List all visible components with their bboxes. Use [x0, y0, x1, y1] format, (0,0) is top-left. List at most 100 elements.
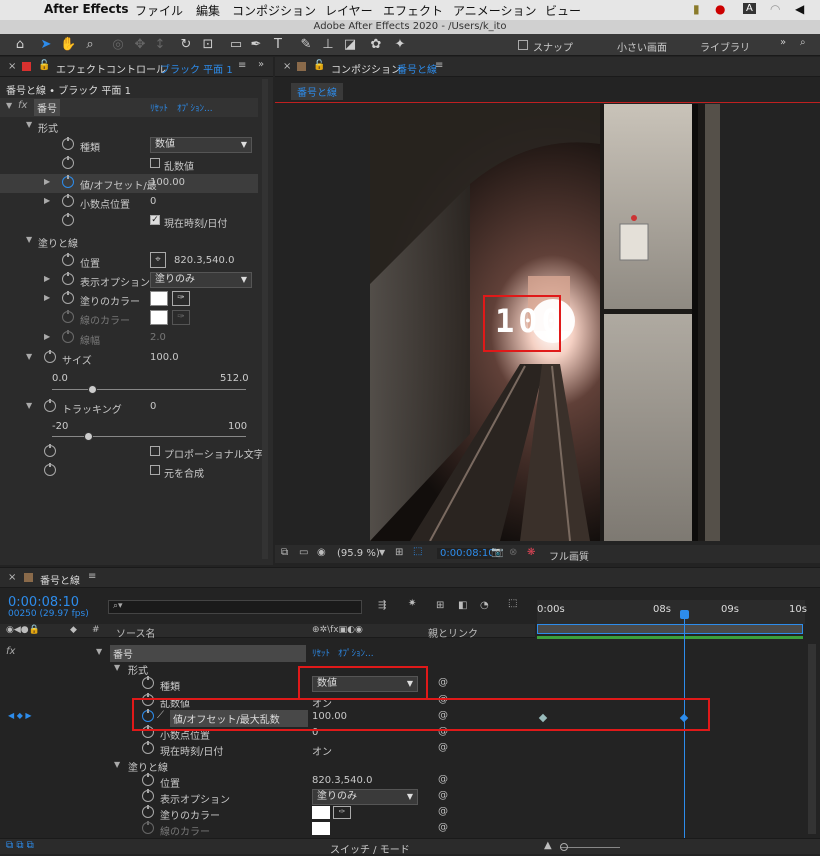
- panel-expand-icon[interactable]: »: [258, 59, 264, 70]
- format-group-row[interactable]: ▼ 形式: [0, 117, 258, 136]
- value-value[interactable]: 100.00: [150, 177, 185, 188]
- stopwatch-icon[interactable]: [62, 194, 74, 207]
- timeline-search-input[interactable]: ⌕▾: [108, 600, 362, 614]
- tl-options-link[interactable]: ｵﾌﾟｼｮﾝ...: [338, 646, 374, 659]
- size-slider-thumb[interactable]: [88, 385, 97, 394]
- effect-controls-tab[interactable]: エフェクトコントロール: [56, 61, 166, 76]
- lock-icon[interactable]: 🔓: [313, 60, 325, 71]
- chevron-down-icon[interactable]: ▼: [96, 648, 104, 656]
- pickwhip-icon[interactable]: @: [438, 742, 448, 753]
- pen-tool-icon[interactable]: ✒: [248, 37, 264, 53]
- workspace-more-icon[interactable]: »: [780, 37, 786, 48]
- orbit-camera-icon[interactable]: ◎: [110, 37, 126, 53]
- stopwatch-icon[interactable]: [62, 310, 74, 323]
- panel-scrollbar[interactable]: [262, 79, 268, 559]
- type-dropdown[interactable]: 数値 ▼: [150, 137, 252, 153]
- reset-link[interactable]: ﾘｾｯﾄ: [150, 101, 168, 114]
- menu-view[interactable]: ビュー: [545, 2, 581, 19]
- eyedropper-icon[interactable]: ✑: [333, 806, 351, 819]
- render-toggle-icon[interactable]: ⧉ ⧉ ⧉: [6, 840, 34, 851]
- close-panel-icon[interactable]: ×: [8, 572, 16, 583]
- time-ruler[interactable]: 0:00s 08s 09s 10s: [537, 600, 807, 624]
- vr-icon[interactable]: ◉: [317, 547, 326, 558]
- eyedropper-icon[interactable]: ✑: [172, 310, 190, 325]
- size-slider-track[interactable]: [52, 389, 246, 390]
- zoom-out-icon[interactable]: ▲: [544, 840, 552, 851]
- panel-menu-icon[interactable]: ≡: [238, 60, 246, 71]
- tl-stroke-color-swatch[interactable]: [312, 822, 330, 835]
- parent-column[interactable]: 親とリンク: [428, 625, 478, 640]
- zoom-slider-thumb[interactable]: [560, 843, 568, 851]
- channel-icon[interactable]: ⊗: [509, 547, 517, 558]
- workspace-small-screen[interactable]: 小さい画面: [617, 39, 667, 54]
- composition-tab[interactable]: コンポジション: [331, 61, 401, 76]
- grid-icon[interactable]: ⊞: [395, 547, 403, 558]
- workspace-libraries[interactable]: ライブラリ: [700, 39, 750, 54]
- snap-checkbox[interactable]: [518, 40, 528, 50]
- type-tool-icon[interactable]: T: [270, 37, 286, 53]
- stopwatch-icon[interactable]: [62, 330, 74, 343]
- menu-app[interactable]: After Effects: [44, 2, 129, 16]
- color-icon[interactable]: ❋: [527, 547, 535, 558]
- hand-tool-icon[interactable]: ✋: [60, 37, 76, 53]
- tracking-slider-track[interactable]: [52, 436, 246, 437]
- stopwatch-icon[interactable]: [62, 272, 74, 285]
- chevron-down-icon[interactable]: ▼: [26, 402, 34, 410]
- panel-menu-icon[interactable]: ≡: [88, 571, 96, 582]
- switches-mode-toggle[interactable]: スイッチ / モード: [330, 841, 410, 856]
- stroke-color-swatch[interactable]: [150, 310, 168, 325]
- preview-icon[interactable]: ⧉: [281, 547, 288, 558]
- adobe-icon[interactable]: A: [743, 3, 756, 14]
- menu-layer[interactable]: レイヤー: [325, 2, 373, 19]
- stopwatch-active-icon[interactable]: [62, 175, 74, 188]
- eraser-tool-icon[interactable]: ◪: [342, 37, 358, 53]
- stopwatch-icon[interactable]: [44, 444, 56, 457]
- size-value[interactable]: 100.0: [150, 352, 179, 363]
- menu-edit[interactable]: 編集: [196, 2, 220, 19]
- zoom-tool-icon[interactable]: ⌕: [82, 37, 98, 53]
- stopwatch-icon[interactable]: [44, 350, 56, 363]
- pickwhip-icon[interactable]: @: [438, 806, 448, 817]
- fx-icon[interactable]: fx: [18, 100, 27, 111]
- roto-brush-icon[interactable]: ✿: [368, 37, 384, 53]
- stopwatch-icon[interactable]: [142, 789, 154, 802]
- options-link[interactable]: ｵﾌﾟｼｮﾝ...: [177, 101, 213, 114]
- menu-animation[interactable]: アニメーション: [453, 2, 537, 19]
- display-dropdown[interactable]: 塗りのみ ▼: [150, 272, 252, 288]
- chevron-right-icon[interactable]: ▶: [44, 294, 52, 302]
- camera-icon[interactable]: 📷: [491, 547, 503, 558]
- dolly-camera-icon[interactable]: ↕: [152, 37, 168, 53]
- tl-display-dropdown[interactable]: 塗りのみ ▼: [312, 789, 418, 805]
- stopwatch-icon[interactable]: [62, 137, 74, 150]
- datetime-checkbox[interactable]: ✓: [150, 215, 160, 225]
- chevron-down-icon[interactable]: ▼: [6, 102, 14, 110]
- chevron-right-icon[interactable]: ▶: [44, 178, 52, 186]
- switches-icons[interactable]: ⊕✲\fx▣◐◉: [312, 625, 363, 635]
- crosshair-icon[interactable]: ⌖: [150, 252, 166, 268]
- label-column-icon[interactable]: ◆: [70, 625, 77, 635]
- draft3d-icon[interactable]: ✷: [408, 598, 416, 609]
- composite-checkbox[interactable]: [150, 465, 160, 475]
- timeline-tab[interactable]: 番号と線: [40, 572, 80, 587]
- chevron-down-icon[interactable]: ▼: [26, 236, 34, 244]
- current-time[interactable]: 0:00:08:10: [437, 548, 498, 559]
- zoom-slider-track[interactable]: [560, 847, 620, 848]
- comp-subtab[interactable]: 番号と線: [291, 83, 343, 100]
- lock-icon[interactable]: 🔓: [38, 60, 50, 71]
- stopwatch-icon[interactable]: [142, 821, 154, 834]
- chevron-right-icon[interactable]: ▶: [44, 333, 52, 341]
- layer-duration-bar[interactable]: [537, 636, 803, 639]
- position-value[interactable]: 820.3,540.0: [174, 255, 234, 266]
- pickwhip-icon[interactable]: @: [438, 774, 448, 785]
- mute-icon[interactable]: ◀: [795, 2, 804, 16]
- chevron-down-icon[interactable]: ▼: [114, 761, 122, 769]
- pickwhip-icon[interactable]: @: [438, 677, 448, 688]
- timeline-scrollbar[interactable]: [808, 644, 816, 834]
- mask-icon[interactable]: ⬚: [413, 546, 422, 557]
- menu-file[interactable]: ファイル: [135, 2, 183, 19]
- tl-datetime-value[interactable]: オン: [312, 743, 332, 758]
- timeline-timecode[interactable]: 0:00:08:10: [8, 595, 79, 610]
- tl-fill-color-swatch[interactable]: [312, 806, 330, 819]
- proportional-checkbox[interactable]: [150, 446, 160, 456]
- chevron-down-icon[interactable]: ▼: [379, 548, 385, 557]
